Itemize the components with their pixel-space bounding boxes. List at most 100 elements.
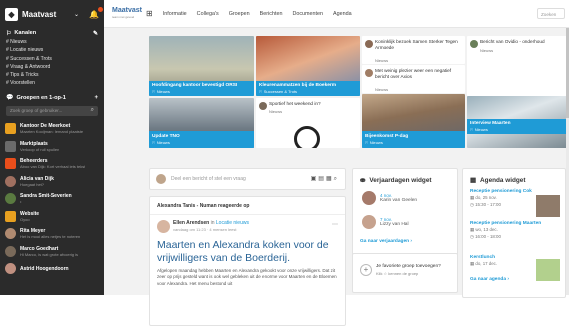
favorite-group-widget[interactable]: + Je favoriete groep toevoegen? Klik ☆ k… [352, 253, 458, 293]
group-title: Astrid Hoogendoorn [20, 265, 69, 272]
group-list: Kantoor De Meerkoet Maarten Kooijman: Iem… [0, 120, 104, 278]
nav-berichten[interactable]: Berichten [260, 11, 283, 17]
calendar-icon[interactable]: ▦ [326, 176, 334, 182]
channel-item[interactable]: # Successen & Trots [0, 55, 104, 63]
group-item[interactable]: Marco Goedhart Hi Marco, is wat grote afv… [0, 242, 104, 260]
tile-title: Bericht van Ovidio - onderhoud [480, 39, 545, 44]
post-meta: vandaag om 11:23 · 4 mensen leest [173, 227, 237, 232]
nav-groepen[interactable]: Groepen [229, 11, 250, 17]
apps-grid-icon[interactable]: ⊞ [146, 9, 153, 18]
news-tile-interview[interactable]: Interview Maarten ⚐ Nieuws [467, 96, 567, 148]
group-avatar [5, 245, 16, 257]
group-item[interactable]: Rita Meyer Het is mooi alles netjes te no… [0, 225, 104, 243]
birthday-name: Karin van Geelen [380, 198, 418, 203]
news-tile-bijeenkomst[interactable]: Bijeenkomst P-dag ⚐ Nieuws [362, 94, 465, 148]
more-options-icon[interactable]: ⋯ [332, 221, 338, 228]
group-item[interactable]: Website Oyoo [0, 207, 104, 225]
group-text: Alicia van Dijk Hoegaat het? [20, 176, 54, 187]
add-icon[interactable]: + [360, 264, 372, 276]
chevron-down-icon[interactable]: ⌄ [74, 11, 79, 18]
channel-item[interactable]: # Vraag & Antwoord [0, 63, 104, 71]
news-tile-kleur[interactable]: Kleurenammatzen bij de Boekerm ⚐ Success… [256, 36, 360, 96]
nav-informatie[interactable]: Informatie [163, 11, 187, 17]
search-icon: ⌕ [90, 107, 94, 114]
agenda-more-label: Ga naar agenda [470, 277, 506, 282]
channel-item[interactable]: # Locatie nieuws [0, 46, 104, 54]
brand-logo[interactable]: Maatvast team met gevoel [112, 7, 142, 21]
group-subtitle: • [20, 199, 22, 205]
post-composer[interactable]: Deel een bericht of stel een vraag ▣▤▦⌕ [149, 168, 346, 190]
agenda-item[interactable]: Receptie pensionering Cok ▦ do, 25 nov. … [470, 189, 560, 217]
kanalen-section: ⚐ Kanalen ✎ [0, 28, 104, 38]
group-item[interactable]: Marktplaats Verkoop of ruil spullen [0, 137, 104, 155]
tile-channel: Nieuws [269, 109, 283, 114]
news-tile-axios[interactable]: Met weinig plezier weer een negatief ber… [362, 65, 465, 93]
agenda-date: do, 17 dec. [475, 261, 498, 266]
tile-caption: Hoofdingang kantoor bevestigd ORSI ⚐ Nie… [149, 80, 254, 96]
channels-icon: ⚐ [6, 30, 12, 37]
widget-header: ⛂ Verjaardagen widget [360, 176, 432, 185]
group-avatar [5, 263, 16, 275]
document-icon[interactable]: ▤ [318, 176, 326, 182]
group-subtitle: Het is mooi alles netjes te noteren [20, 234, 81, 240]
channel-item[interactable]: # Tips & Tricks [0, 71, 104, 79]
group-item[interactable]: Sandra Smit-Severien • [0, 190, 104, 208]
group-item[interactable]: Beheerders Aboo van Dijk: Kort verhaal ie… [0, 155, 104, 173]
news-tile-ovidio[interactable]: Bericht van Ovidio - onderhoud Nieuws [467, 36, 567, 96]
nav-collegas[interactable]: Collega's [197, 11, 219, 17]
channel-item[interactable]: # Voorstellen [0, 79, 104, 87]
global-search-placeholder: Zoeken [541, 12, 557, 17]
group-item[interactable]: Alicia van Dijk Hoegaat het? [0, 172, 104, 190]
sidebar-header: ◆ Maatvast ⌄ 🔔 [0, 0, 104, 28]
bell-icon[interactable]: 🔔 [89, 6, 103, 19]
groups-section: 💬 Groepen en 1-op-1 + [0, 93, 104, 103]
group-search-input[interactable]: Zoek groep of gebruiker... ⌕ [6, 105, 98, 116]
nav-agenda[interactable]: Agenda [333, 11, 352, 17]
agenda-item[interactable]: Kerstlunch ▦ do, 17 dec. [470, 255, 560, 281]
author-avatar [470, 40, 478, 48]
org-switcher[interactable]: Maatvast [22, 10, 74, 19]
birthday-item[interactable]: 7 nov. Lizzy van Hal [362, 215, 409, 229]
birthdays-more-label: Ga naar verjaardagen [360, 239, 410, 244]
tile-channel: Nieuws [156, 89, 170, 94]
tile-caption: Bijeenkomst P-dag ⚐ Nieuws [362, 130, 465, 148]
agenda-item[interactable]: Receptie pensionering Maarten ▦ wo, 13 d… [470, 221, 560, 240]
news-tile-update[interactable]: Update TNO ⚐ Nieuws [149, 98, 254, 148]
group-item[interactable]: Astrid Hoogendoorn [0, 260, 104, 278]
post-author[interactable]: Ellen Arendsen [173, 220, 209, 226]
edit-channels-icon[interactable]: ✎ [93, 30, 98, 37]
birthday-name: Lizzy van Hal [380, 222, 409, 227]
channel-item[interactable]: # Nieuws [0, 38, 104, 46]
post-channel-link[interactable]: Locatie nieuws [216, 220, 249, 226]
global-search-input[interactable]: Zoeken [537, 8, 565, 19]
post-title[interactable]: Maarten en Alexandra koken voor de vrijw… [157, 239, 339, 264]
news-tile-sportief[interactable]: Sportief het weekend in? Nieuws [256, 98, 360, 148]
birthdays-more-link[interactable]: Ga naar verjaardagen › [360, 239, 412, 244]
group-title: Website [20, 210, 40, 217]
group-avatar [5, 210, 16, 222]
brand-tagline: team met gevoel [112, 14, 135, 19]
birthday-item[interactable]: 4 nov. Karin van Geelen [362, 191, 417, 205]
channel-list: # Nieuws # Locatie nieuws # Successen & … [0, 38, 104, 88]
tile-channel: Nieuws [375, 58, 389, 63]
post-context: Alexandra Tanis - Numan reageerde op [157, 203, 250, 209]
poll-icon[interactable]: ⌕ [334, 176, 339, 182]
author-avatar[interactable] [157, 220, 170, 233]
agenda-more-link[interactable]: Ga naar agenda › [470, 277, 509, 282]
news-tile-koninklijk[interactable]: Koninklijk bezoek Samen Sterker Tegen Ar… [362, 36, 465, 64]
widget-title: Verjaardagen widget [369, 176, 432, 184]
post-body: Afgelopen maandag hebben Maarten en Alex… [157, 268, 337, 286]
news-tile-kantoor[interactable]: Hoofdingang kantoor bevestigd ORSI ⚐ Nie… [149, 36, 254, 96]
group-item[interactable]: Kantoor De Meerkoet Maarten Kooijman: Iem… [0, 120, 104, 138]
tile-channel: Nieuws [480, 48, 494, 53]
org-logo-icon[interactable]: ◆ [5, 7, 18, 21]
post-card: Alexandra Tanis - Numan reageerde op Ell… [149, 196, 346, 326]
user-avatar [156, 174, 166, 184]
tile-title: Interview Maarten [470, 120, 511, 126]
author-avatar [365, 69, 373, 77]
groups-label: Groepen en 1-op-1 [16, 94, 66, 101]
nav-documenten[interactable]: Documenten [292, 11, 323, 17]
tile-channel: Nieuws [156, 140, 170, 145]
widget-title: Agenda widget [480, 176, 526, 184]
add-group-icon[interactable]: + [94, 95, 98, 101]
